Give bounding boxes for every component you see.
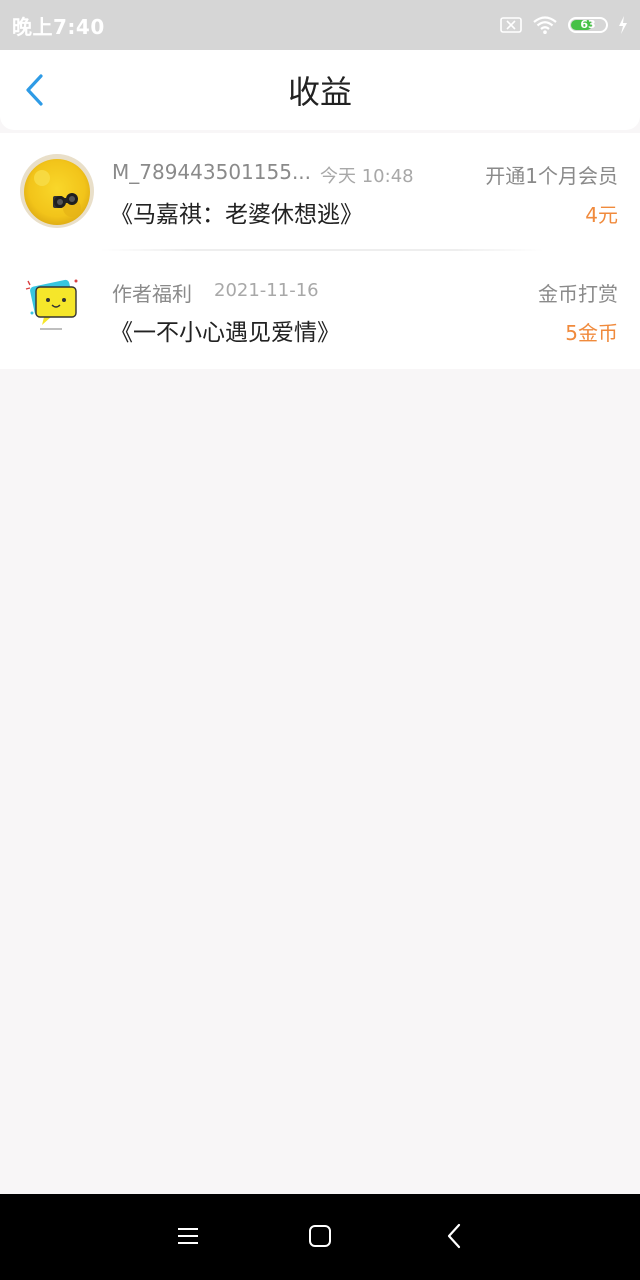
- battery-level: 63: [580, 18, 596, 31]
- row-meta: M_789443501155... 今天 10:48 开通1个月会员: [112, 160, 618, 188]
- row-type: 金币打赏: [538, 282, 618, 306]
- back-nav-button[interactable]: [432, 1216, 476, 1260]
- avatar: [20, 154, 94, 228]
- menu-icon: [176, 1226, 200, 1250]
- row-time: 今天 10:48: [320, 166, 414, 187]
- row-type: 开通1个月会员: [485, 164, 618, 188]
- menu-button[interactable]: [166, 1216, 210, 1260]
- row-meta: 作者福利 2021-11-16 金币打赏: [112, 278, 618, 306]
- row-amount: 4元: [585, 203, 618, 227]
- battery-icon: 63: [568, 17, 608, 33]
- back-icon: [446, 1223, 462, 1253]
- earnings-list: M_789443501155... 今天 10:48 开通1个月会员 《马嘉祺：…: [0, 133, 640, 369]
- row-book-title: 《一不小心遇见爱情》: [110, 320, 340, 346]
- sim-off-icon: [500, 17, 522, 33]
- header: 收益: [0, 50, 640, 130]
- list-item[interactable]: 作者福利 2021-11-16 金币打赏 《一不小心遇见爱情》 5金币: [0, 251, 640, 369]
- row-amount: 5金币: [565, 321, 618, 345]
- navigation-bar: [0, 1194, 640, 1280]
- list-item[interactable]: M_789443501155... 今天 10:48 开通1个月会员 《马嘉祺：…: [0, 133, 640, 251]
- row-time: 2021-11-16: [214, 280, 319, 301]
- home-icon: [308, 1224, 332, 1252]
- status-icons: 63: [500, 15, 628, 35]
- row-user-name: M_789443501155...: [112, 160, 312, 184]
- status-bar: 晚上7:40 63: [0, 0, 640, 50]
- home-button[interactable]: [298, 1216, 342, 1260]
- chat-bubble-icon: [18, 269, 84, 335]
- row-book-title: 《马嘉祺：老婆休想逃》: [110, 202, 363, 228]
- row-user-name: 作者福利: [112, 282, 192, 306]
- status-time: 晚上7:40: [12, 14, 105, 39]
- charging-icon: [618, 16, 628, 34]
- page-title: 收益: [287, 73, 352, 111]
- wifi-icon: [532, 15, 558, 35]
